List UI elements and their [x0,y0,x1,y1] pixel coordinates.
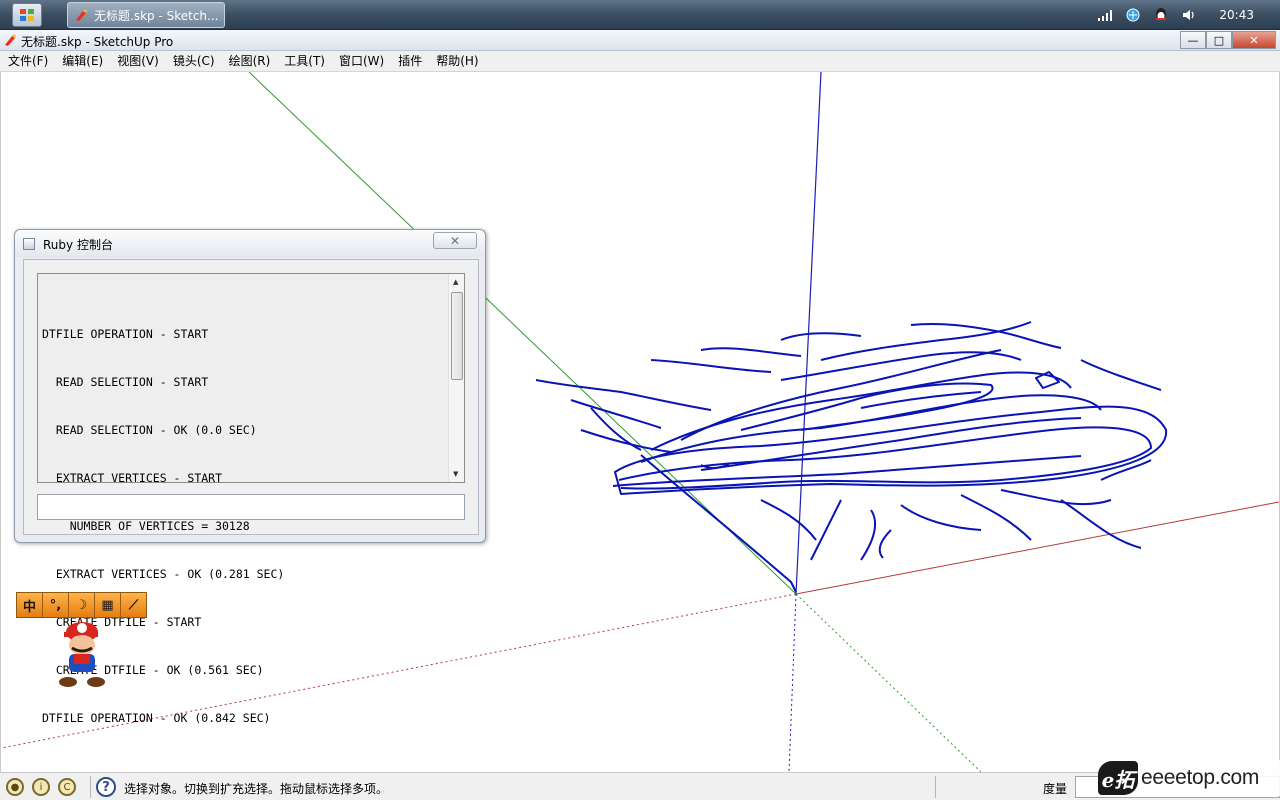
status-bar: ● i C ? 选择对象。切换到扩充选择。拖动鼠标选择多项。 度量 [0,772,1280,800]
taskbar-item-label: 无标题.skp - Sketch... [94,8,219,23]
status-message: 选择对象。切换到扩充选择。拖动鼠标选择多项。 [124,782,389,796]
minimize-button[interactable]: — [1180,31,1206,49]
ime-tools-wrench-icon[interactable]: ⟋ [121,593,146,617]
ruby-console-titlebar[interactable]: Ruby 控制台 ✕ [15,230,485,257]
ruby-console-dialog: Ruby 控制台 ✕ DTFILE OPERATION - START READ… [14,229,486,725]
ime-toolbar: 中 °, ☽ ▦ ⟋ [16,592,147,618]
output-line: READ SELECTION - OK (0.0 SEC) [42,423,257,437]
credits-icon[interactable]: i [32,778,50,796]
green-axis-negative [795,593,982,772]
output-line: EXTRACT VERTICES - START [42,471,223,485]
account-icon[interactable]: C [58,778,76,796]
mario-mascot-icon[interactable] [54,618,112,690]
menu-view[interactable]: 视图(V) [110,51,166,71]
clock[interactable]: 20:43 [1219,8,1254,22]
scrollbar-thumb[interactable] [451,292,463,380]
measurements-label: 度量 [1043,782,1068,796]
menu-plugins[interactable]: 插件 [391,51,429,71]
signal-icon[interactable] [1097,9,1113,21]
output-line: DTFILE OPERATION - START [42,327,209,341]
windows-logo-icon [20,9,34,21]
maximize-button[interactable]: □ [1206,31,1232,49]
system-tray: 20:43 [1097,0,1280,30]
watermark-text: eeeetop.com [1141,766,1260,789]
menu-window[interactable]: 窗口(W) [332,51,391,71]
menu-edit[interactable]: 编辑(E) [55,51,110,71]
site-watermark: e拓 eeeetop.com [1098,760,1280,796]
volume-icon[interactable] [1181,7,1197,23]
qq-icon[interactable] [1153,7,1169,23]
menu-draw[interactable]: 绘图(R) [222,51,278,71]
ruby-command-input[interactable] [37,494,465,520]
output-line: DTFILE OPERATION - OK (0.842 SEC) [42,711,271,725]
ruby-console-title: Ruby 控制台 [43,238,113,252]
ime-keyboard-icon[interactable]: ▦ [95,593,121,617]
network-icon[interactable] [1125,7,1141,23]
menu-help[interactable]: 帮助(H) [429,51,485,71]
menu-camera[interactable]: 镜头(C) [166,51,222,71]
window-controls: — □ ✕ [1180,31,1276,49]
contour-lines[interactable] [535,321,1168,593]
ruby-console-body: DTFILE OPERATION - START READ SELECTION … [23,259,479,725]
start-button[interactable] [12,3,42,27]
menu-bar: 文件(F) 编辑(E) 视图(V) 镜头(C) 绘图(R) 工具(T) 窗口(W… [0,51,1280,72]
menu-tools[interactable]: 工具(T) [277,51,332,71]
blue-axis-negative [788,593,797,772]
output-line: EXTRACT VERTICES - OK (0.281 SEC) [42,567,285,581]
help-icon[interactable]: ? [96,777,116,797]
status-divider [935,776,936,798]
ruby-console-close-button[interactable]: ✕ [433,232,477,249]
output-scrollbar[interactable]: ▲ ▼ [448,274,464,482]
geo-location-icon[interactable]: ● [6,778,24,796]
ime-punctuation-button[interactable]: °, [43,593,69,617]
scroll-up-icon[interactable]: ▲ [453,278,458,286]
close-button[interactable]: ✕ [1232,31,1276,49]
menu-file[interactable]: 文件(F) [1,51,55,71]
sketchup-icon [5,34,16,46]
output-line: READ SELECTION - START [42,375,209,389]
taskbar-item-sketchup[interactable]: 无标题.skp - Sketch... [67,2,225,28]
console-window-icon [23,238,35,250]
ime-halfwidth-moon-icon[interactable]: ☽ [69,593,95,617]
status-divider [90,776,91,798]
output-line: NUMBER OF VERTICES = 30128 [42,519,250,533]
ime-chinese-mode-button[interactable]: 中 [17,593,43,617]
ruby-console-output[interactable]: DTFILE OPERATION - START READ SELECTION … [37,273,465,725]
sketchup-icon [76,9,87,21]
window-titlebar: 无标题.skp - SketchUp Pro — □ ✕ [0,30,1280,51]
scroll-down-icon[interactable]: ▼ [453,470,458,478]
taskbar: 无标题.skp - Sketch... 20:43 [0,0,1280,30]
watermark-logo: e拓 [1098,761,1138,795]
window-title: 无标题.skp - SketchUp Pro [21,35,174,49]
